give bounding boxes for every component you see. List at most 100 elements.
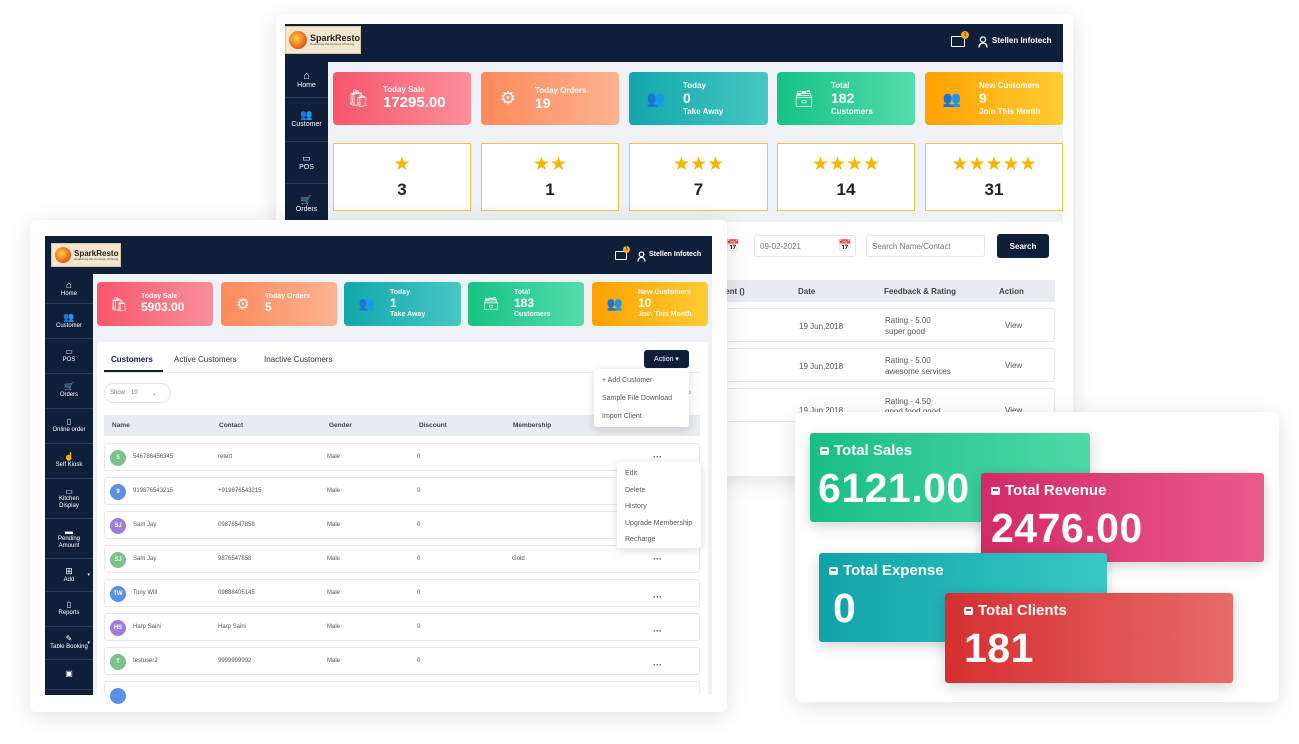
search-button[interactable]: Search (997, 234, 1049, 258)
sidebar-item-orders[interactable]: 🛒 Orders (45, 374, 93, 409)
brand-tagline: Redefining the Concept of Dining (310, 42, 355, 46)
table-row[interactable]: T testuser2 9999999992 Male 0 ··· (104, 647, 700, 675)
tab-customers[interactable]: Customers (111, 355, 153, 364)
more-options-icon[interactable]: ··· (653, 592, 662, 602)
stat-today-orders[interactable]: ⚙ Today Orders 5 (221, 282, 337, 326)
menu-item-history[interactable]: History (617, 499, 701, 516)
calendar-icon[interactable]: 📅 (838, 239, 852, 252)
sidebar-item-online-order[interactable]: ▯ Online order (45, 409, 93, 444)
sidebar-item-self-kiosk[interactable]: ☝ Self Kiosk (45, 444, 93, 479)
back-table-header: ment () Date Feedback & Rating Action (710, 280, 1055, 302)
stat-new-customers[interactable]: 👥 New Customers 10 Join This Month (592, 282, 708, 326)
summary-total-revenue[interactable]: Total Revenue 2476.00 (981, 473, 1264, 562)
stat-total-customers[interactable]: 🗃 Total 183 Customers (468, 282, 584, 326)
star-icon: ★★★ (672, 153, 725, 175)
brand-emblem-icon (55, 247, 71, 263)
rating-card-2[interactable]: ★★ 1 (481, 143, 619, 211)
table-row[interactable]: 9 919876543215 +919876543215 Male 0 (104, 477, 700, 505)
sidebar-item-kitchen-display[interactable]: ▭ Kitchen Display (45, 479, 93, 519)
avatar: SJ (110, 552, 126, 568)
stat-today-orders[interactable]: ⚙ Today Orders 19 (481, 72, 619, 125)
front-brand-logo[interactable]: SparkResto Redefining the Concept of Dini… (51, 243, 121, 267)
more-options-icon[interactable]: ··· (653, 554, 662, 564)
table-row[interactable] (104, 681, 700, 704)
back-brand-logo[interactable]: SparkResto Redefining the Concept of Dini… (285, 26, 361, 54)
stat-today-sale[interactable]: 🛍 Today Sale 17295.00 (333, 72, 471, 125)
table-row[interactable]: 5 546786456345 retert Male 0 ··· (104, 443, 700, 471)
menu-item-upgrade-membership[interactable]: Upgrade Membership (617, 516, 701, 533)
file-icon: ▯ (66, 600, 72, 610)
front-sidebar: ⌂ Home 👥 Customer ▭ POS 🛒 Orders ▯ Online ord… (45, 274, 93, 695)
sidebar-item-add[interactable]: ⊞ Add ▾ (45, 559, 93, 592)
menu-item-recharge[interactable]: Recharge (617, 532, 701, 549)
rating-card-3[interactable]: ★★★ 7 (629, 143, 768, 211)
sidebar-item-reports[interactable]: ▯ Reports (45, 592, 93, 627)
sidebar-item-table-booking[interactable]: ✎ Table Booking ▾ (45, 627, 93, 660)
action-button[interactable]: Action ▾ (644, 350, 689, 368)
stat-total-customers[interactable]: 🗃 Total 182 Customers (777, 72, 915, 125)
monitor-icon: ▭ (302, 152, 311, 163)
sidebar-item-customer[interactable]: 👥 Customer (45, 304, 93, 339)
stat-new-customers[interactable]: 👥 New Customers 9 Join This Month (925, 72, 1063, 125)
search-input[interactable]: Search Name/Contact (866, 235, 985, 257)
star-icon: ★ (393, 153, 411, 175)
avatar (110, 688, 126, 704)
summary-total-clients[interactable]: Total Clients 181 (945, 593, 1233, 683)
view-link[interactable]: View (1005, 321, 1022, 330)
brand-tagline: Redefining the Concept of Dining (74, 256, 119, 261)
sidebar-item-home[interactable]: ⌂ Home (285, 62, 328, 98)
user-icon[interactable] (978, 35, 988, 48)
users-icon: 👥 (606, 296, 624, 311)
sidebar-item-home[interactable]: ⌂ Home (45, 274, 93, 304)
menu-item-add-customer[interactable]: + Add Customer (594, 372, 689, 390)
menu-item-delete[interactable]: Delete (617, 483, 701, 500)
tab-active-customers[interactable]: Active Customers (174, 355, 237, 364)
sidebar-item-more[interactable]: ▣ (45, 660, 93, 690)
action-dropdown-menu: + Add Customer Sample File Download Impo… (594, 369, 689, 427)
table-row[interactable]: TW Tony Will 09888405145 Male 0 ··· (104, 579, 700, 607)
more-options-icon[interactable]: ··· (653, 626, 662, 636)
back-header-bar: SparkResto Redefining the Concept of Dini… (285, 24, 1063, 62)
notification-badge: 1 (961, 31, 969, 39)
archive-icon: 🗃 (482, 296, 500, 311)
stat-today-sale[interactable]: 🛍 Today Sale 5903.00 (97, 282, 213, 326)
rating-card-1[interactable]: ★ 3 (333, 143, 471, 211)
tab-inactive-customers[interactable]: Inactive Customers (264, 355, 332, 364)
cart-icon: 🛒 (300, 194, 313, 205)
star-icon: ★★ (532, 153, 568, 175)
show-entries-select[interactable]: Show 10 ⌄ (104, 383, 171, 403)
table-row[interactable]: SJ Sam Jay 9876547858 Male 0 Gold ··· (104, 545, 700, 573)
calendar-icon[interactable]: 📅 (726, 239, 740, 252)
sidebar-item-pos[interactable]: ▭ POS (45, 339, 93, 374)
sidebar-item-customer[interactable]: 👥 Customer (285, 98, 328, 142)
users-icon: 👥 (300, 110, 313, 122)
inbox-icon (829, 566, 838, 575)
avatar: T (110, 654, 126, 670)
table-row[interactable]: SJ Sam Jay 09876547858 Male 0 (104, 511, 700, 539)
user-name[interactable]: Stellen Infotech (992, 36, 1052, 45)
plus-icon: ⊞ (65, 565, 73, 576)
more-options-icon[interactable]: ··· (653, 660, 662, 670)
menu-item-edit[interactable]: Edit (617, 466, 701, 483)
stat-take-away[interactable]: 👥 Today 1 Take Away (344, 282, 461, 326)
more-options-icon[interactable]: ··· (653, 452, 662, 462)
rating-card-5[interactable]: ★★★★★ 31 (925, 143, 1063, 211)
menu-item-import-client[interactable]: Import Client (594, 408, 689, 426)
user-name[interactable]: Stellen Infotech (649, 251, 701, 258)
stat-take-away[interactable]: 👥 Today 0 Take Away (629, 72, 768, 125)
card-icon: ▬ (65, 526, 73, 536)
user-icon[interactable] (637, 249, 646, 262)
avatar: 9 (110, 484, 126, 500)
inbox-icon (964, 606, 973, 615)
view-link[interactable]: View (1005, 361, 1022, 370)
sidebar-item-pos[interactable]: ▭ POS (285, 142, 328, 184)
rating-card-4[interactable]: ★★★★ 14 (777, 143, 915, 211)
table-row[interactable]: 19 Jun,2018 Rating - 5.00 super good Vie… (710, 308, 1055, 342)
users-icon: 👥 (358, 296, 376, 311)
sidebar-item-pending-amount[interactable]: ▬ Pending Amount (45, 519, 93, 559)
users-icon: 👥 (63, 311, 75, 322)
row-options-menu: Edit Delete History Upgrade Membership R… (617, 462, 701, 548)
menu-item-sample-file-download[interactable]: Sample File Download (594, 390, 689, 408)
table-row[interactable]: 19 Jun,2018 Rating - 5.00 awesome servic… (710, 348, 1055, 382)
table-row[interactable]: HS Harp Saini Harp Saini Male 0 ··· (104, 613, 700, 641)
